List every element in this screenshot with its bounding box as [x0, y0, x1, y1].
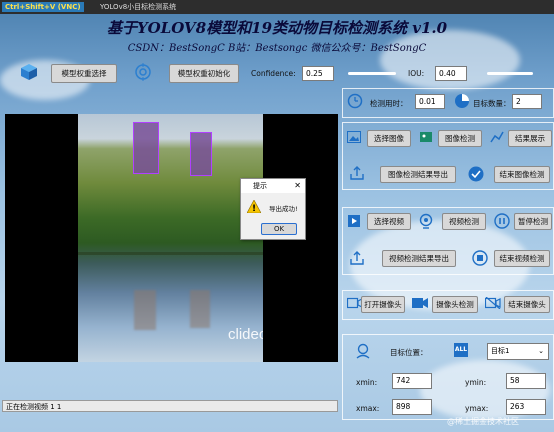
cube-icon	[21, 64, 37, 80]
camera-off-icon	[485, 297, 501, 309]
pie-icon	[455, 94, 469, 108]
confidence-spinbox[interactable]: 0.25	[302, 66, 334, 81]
video-file-icon	[348, 215, 360, 227]
count-label: 目标数量：	[473, 99, 511, 108]
open-camera-button[interactable]: 打开摄像头	[361, 296, 405, 313]
iou-spinbox[interactable]: 0.40	[435, 66, 467, 81]
xmax-label: xmax:	[356, 404, 380, 413]
target-icon	[135, 63, 151, 81]
select-video-button[interactable]: 选择视频	[367, 213, 411, 230]
select-image-button[interactable]: 选择图像	[367, 130, 411, 147]
image-detect-icon	[420, 132, 432, 142]
svg-text:!: !	[252, 204, 256, 213]
time-label: 检测用时：	[370, 99, 408, 108]
xmin-label: xmin:	[356, 378, 378, 387]
status-bar: 正在检测视频 1 1	[2, 400, 338, 412]
ymin-label: ymin:	[465, 378, 487, 387]
xmax-field: 898	[392, 399, 432, 415]
camera-detect-button[interactable]: 摄像头检测	[432, 296, 478, 313]
status-text: 正在检测视频 1 1	[6, 403, 62, 411]
export-image-button[interactable]: 图像检测结果导出	[380, 166, 456, 183]
pause-detect-button[interactable]: 暂停检测	[514, 213, 552, 230]
export-icon	[350, 251, 364, 265]
dialog-header: 提示 ✕	[241, 179, 305, 193]
page-subtitle: CSDN：BestSongC B站：Bestsongc 微信公众号：BestSo…	[127, 43, 427, 54]
position-label: 目标位置：	[390, 348, 428, 357]
pause-icon	[494, 213, 510, 229]
export-video-button[interactable]: 视频检测结果导出	[382, 250, 456, 267]
model-select-button[interactable]: 模型权重选择	[51, 64, 117, 83]
ymax-label: ymax:	[465, 404, 489, 413]
end-video-button[interactable]: 结束视频检测	[494, 250, 550, 267]
title-bar: Ctrl+Shift+V (VNC) YOLOv8小目标检测系统	[0, 0, 554, 14]
confidence-label: Confidence:	[251, 69, 296, 78]
close-icon[interactable]: ✕	[294, 179, 301, 193]
xmin-field: 742	[392, 373, 432, 389]
confidence-slider[interactable]	[348, 72, 396, 75]
message-dialog: 提示 ✕ ! 导出成功! OK	[240, 178, 306, 240]
webcam-icon	[419, 213, 433, 229]
export-icon	[350, 166, 364, 180]
stop-icon	[472, 250, 488, 266]
chevron-down-icon: ⌄	[538, 347, 544, 355]
clock-icon	[347, 93, 363, 109]
location-icon	[356, 343, 370, 359]
dialog-title: 提示	[253, 182, 267, 190]
target-select[interactable]: 目标1 ⌄	[487, 343, 549, 360]
bounding-box	[190, 132, 212, 176]
show-result-button[interactable]: 结果展示	[508, 130, 552, 147]
image-detect-button[interactable]: 图像检测	[438, 130, 482, 147]
app-badge: Ctrl+Shift+V (VNC)	[2, 2, 84, 12]
all-badge: ALL	[454, 343, 468, 357]
iou-slider[interactable]	[487, 72, 533, 75]
image-icon	[347, 131, 361, 143]
page-title: 基于YOLOV8模型和19类动物目标检测系统 v1.0	[106, 19, 448, 37]
dialog-message: 导出成功!	[269, 205, 298, 213]
warning-icon: !	[247, 200, 261, 213]
ok-button[interactable]: OK	[261, 223, 297, 235]
end-camera-button[interactable]: 结束摄像头	[504, 296, 550, 313]
video-watermark: clideo.com	[228, 326, 263, 343]
ymin-field: 58	[506, 373, 546, 389]
window-title: YOLOv8小目标检测系统	[100, 3, 177, 11]
video-frame: clideo.com	[78, 114, 263, 362]
camera-detect-icon	[412, 298, 428, 308]
bounding-box	[133, 122, 159, 174]
app-window: Ctrl+Shift+V (VNC) YOLOv8小目标检测系统 基于YOLOV…	[0, 0, 554, 432]
model-init-button[interactable]: 模型权重初始化	[169, 64, 239, 83]
ymax-field: 263	[506, 399, 546, 415]
time-value: 0.01	[415, 94, 445, 109]
count-value: 2	[512, 94, 542, 109]
chart-icon	[490, 131, 504, 143]
target-select-value: 目标1	[491, 347, 510, 355]
end-image-button[interactable]: 结束图像检测	[494, 166, 550, 183]
video-detect-button[interactable]: 视频检测	[442, 213, 486, 230]
iou-label: IOU:	[408, 69, 425, 78]
corner-watermark: @稀土掘金技术社区	[447, 417, 519, 426]
check-icon	[468, 166, 484, 182]
